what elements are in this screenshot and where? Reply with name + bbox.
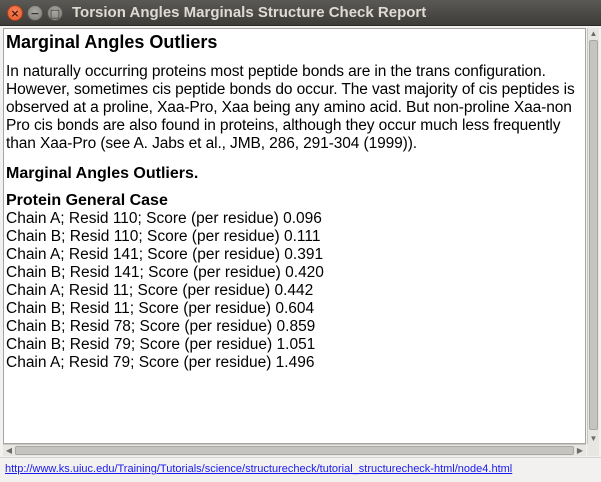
- maximize-icon: □: [49, 6, 61, 20]
- page-heading: Marginal Angles Outliers: [6, 32, 218, 52]
- maximize-button[interactable]: □: [47, 5, 63, 21]
- status-url-link[interactable]: http://www.ks.uiuc.edu/Training/Tutorial…: [5, 463, 512, 476]
- list-item: Chain A; Resid 79; Score (per residue) 1…: [6, 354, 315, 371]
- title-bar[interactable]: × − □ Torsion Angles Marginals Structure…: [0, 0, 601, 26]
- list-item: Chain A; Resid 110; Score (per residue) …: [6, 210, 322, 227]
- report-window: × − □ Torsion Angles Marginals Structure…: [0, 0, 601, 482]
- scrollbar-corner: [587, 444, 599, 456]
- list-item: Chain B; Resid 110; Score (per residue) …: [6, 228, 321, 245]
- horizontal-scrollbar[interactable]: ◀ ▶: [3, 444, 586, 456]
- report-content-area[interactable]: Marginal Angles Outliers In naturally oc…: [3, 28, 586, 444]
- list-item: Chain B; Resid 141; Score (per residue) …: [6, 264, 324, 281]
- status-bar: http://www.ks.uiuc.edu/Training/Tutorial…: [0, 457, 601, 482]
- window-title: Torsion Angles Marginals Structure Check…: [72, 4, 427, 21]
- minimize-button[interactable]: −: [27, 5, 43, 21]
- list-item: Chain B; Resid 78; Score (per residue) 0…: [6, 318, 316, 335]
- outliers-subheading: Marginal Angles Outliers.: [6, 165, 199, 182]
- list-item: Chain A; Resid 141; Score (per residue) …: [6, 246, 324, 263]
- horizontal-scroll-thumb[interactable]: [15, 446, 574, 455]
- scroll-up-icon[interactable]: ▲: [588, 28, 599, 39]
- minimize-icon: −: [30, 6, 40, 20]
- scroll-right-icon[interactable]: ▶: [574, 445, 586, 456]
- list-item: Chain A; Resid 11; Score (per residue) 0…: [6, 282, 314, 299]
- close-button[interactable]: ×: [7, 5, 23, 21]
- close-icon: ×: [10, 6, 20, 20]
- scroll-left-icon[interactable]: ◀: [3, 445, 15, 456]
- section-title: Protein General Case: [6, 192, 168, 209]
- list-item: Chain B; Resid 79; Score (per residue) 1…: [6, 336, 316, 353]
- intro-paragraph: In naturally occurring proteins most pep…: [6, 63, 575, 152]
- vertical-scroll-thumb[interactable]: [589, 40, 598, 430]
- scroll-down-icon[interactable]: ▼: [588, 433, 599, 444]
- outlier-list: Chain A; Resid 110; Score (per residue) …: [6, 210, 585, 372]
- list-item: Chain B; Resid 11; Score (per residue) 0…: [6, 300, 315, 317]
- vertical-scrollbar[interactable]: ▲ ▼: [587, 28, 599, 444]
- report-body: Marginal Angles Outliers In naturally oc…: [4, 29, 585, 372]
